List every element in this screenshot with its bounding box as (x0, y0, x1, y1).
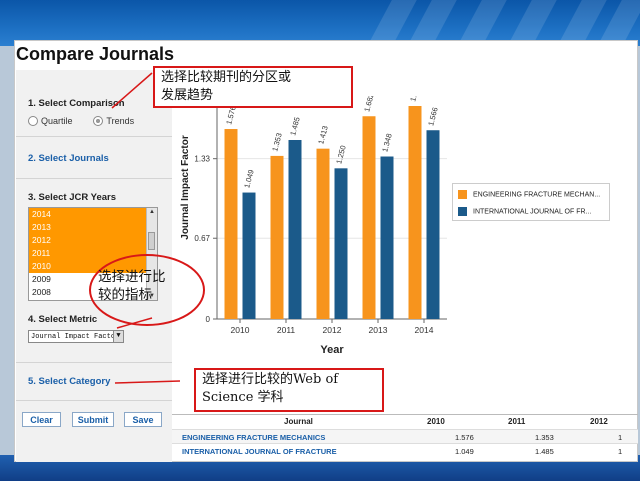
callout-line: 较的指标 (98, 287, 152, 303)
category-callout: 选择进行比较的Web of Science 学科 (194, 368, 384, 412)
comparison-callout: 选择比较期刊的分区或 发展趋势 (153, 66, 353, 108)
callout-line: 选择进行比 (98, 269, 166, 285)
metric-callout: 选择进行比 较的指标 (98, 268, 188, 304)
callout-line: Science 学科 (202, 390, 284, 405)
callout-line: 发展趋势 (161, 88, 214, 103)
callout-line: 选择进行比较的Web of (202, 372, 339, 387)
callout-line: 选择比较期刊的分区或 (161, 70, 292, 85)
